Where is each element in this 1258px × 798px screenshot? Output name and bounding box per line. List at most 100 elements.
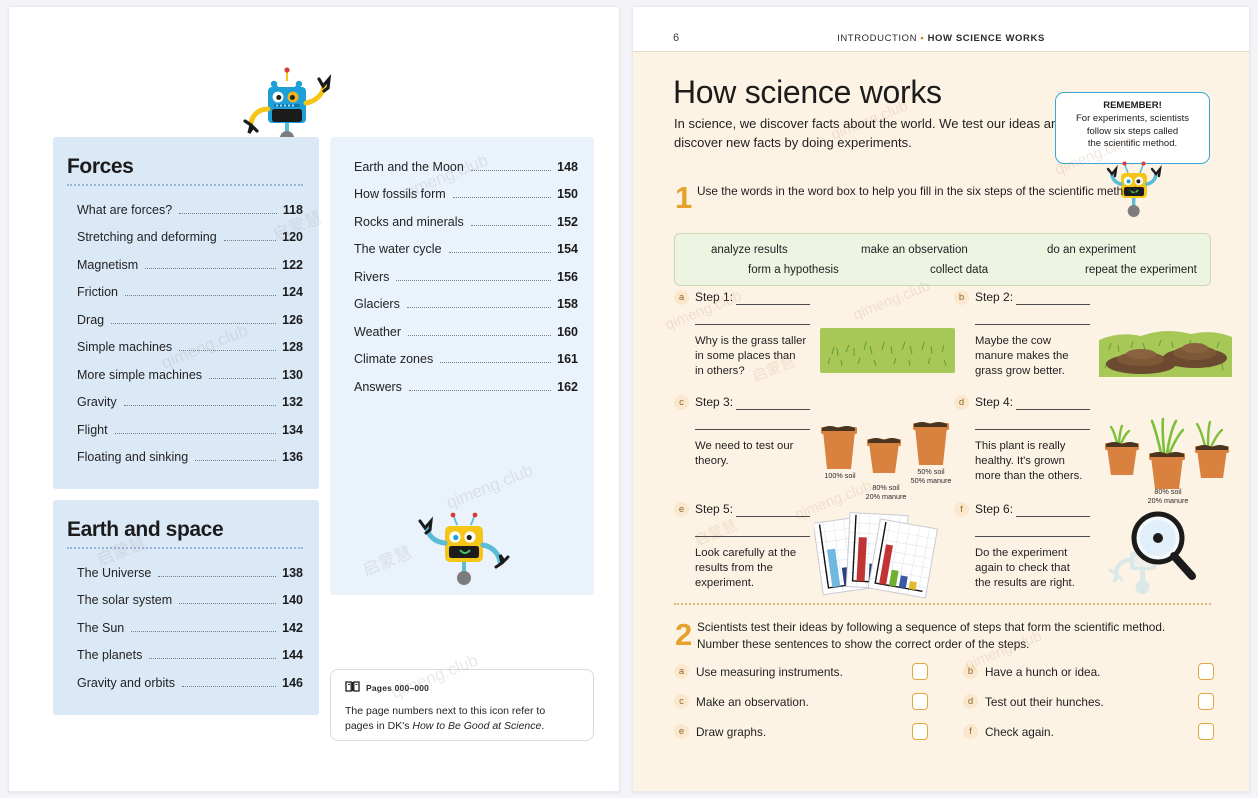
toc-entry[interactable]: More simple machines 130	[67, 361, 303, 389]
task-2-line-2: Number these sentences to show the corre…	[697, 636, 1030, 651]
toc-entry-page: 158	[557, 297, 578, 311]
answer-blank-line-2[interactable]	[975, 324, 1090, 325]
word-box-item-4[interactable]: collect data	[930, 264, 988, 276]
toc-entry[interactable]: Rocks and minerals 152	[344, 208, 578, 236]
word-box-item-3[interactable]: form a hypothesis	[748, 264, 839, 276]
step-caption: Maybe the cow manure makes the grass gro…	[975, 335, 1069, 378]
toc-entry[interactable]: The planets 144	[67, 642, 303, 670]
toc-entry[interactable]: Drag 126	[67, 306, 303, 334]
note-book-title: How to Be Good at Science	[412, 719, 542, 732]
toc-entry[interactable]: Climate zones 161	[344, 346, 578, 374]
toc-entry-label: Magnetism	[77, 257, 139, 272]
answer-blank-line-1[interactable]	[1016, 409, 1090, 410]
toc-entry[interactable]: Simple machines 128	[67, 334, 303, 362]
toc-title-rule	[67, 184, 303, 186]
word-box-item-0[interactable]: analyze results	[711, 244, 788, 256]
task-1-line-1: Use the words in the word box to help yo…	[697, 184, 1013, 198]
answer-box-e[interactable]	[912, 723, 928, 740]
toc-entry[interactable]: Rivers 156	[344, 263, 578, 291]
answer-box-c[interactable]	[912, 693, 928, 710]
toc-entry-page: 162	[557, 379, 578, 394]
toc-entry[interactable]: Answers 162	[344, 373, 578, 401]
toc-leader-dots	[158, 575, 277, 577]
toc-entry-label: Drag	[77, 312, 105, 327]
toc-entry[interactable]: Floating and sinking 136	[67, 444, 303, 472]
answer-box-a[interactable]	[912, 663, 928, 680]
step-label: Step 5:	[695, 502, 734, 516]
step-label: Step 4:	[975, 395, 1014, 409]
word-box-item-5[interactable]: repeat the experiment	[1085, 264, 1197, 276]
step-tag: c	[674, 395, 689, 410]
toc-entry[interactable]: Flight 134	[67, 416, 303, 444]
toc-entry-page: 130	[282, 367, 303, 382]
task-1-instruction: Use the words in the word box to help yo…	[697, 183, 1167, 200]
answer-box-b[interactable]	[1198, 663, 1214, 680]
pot-label-1: 80% soil 20% manure	[865, 483, 907, 501]
item-label: Make an observation.	[696, 694, 809, 709]
answer-blank-line-2[interactable]	[975, 536, 1090, 537]
answer-box-f[interactable]	[1198, 723, 1214, 740]
toc-entry-label: Answers	[354, 379, 402, 394]
runhead-title: HOW SCIENCE WORKS	[927, 33, 1045, 44]
toc-entry[interactable]: The Sun 142	[67, 614, 303, 642]
toc-entry-label: More simple machines	[77, 367, 203, 382]
toc-entry[interactable]: The solar system 140	[67, 587, 303, 615]
answer-blank-line-2[interactable]	[975, 429, 1090, 430]
toc-entry[interactable]: How fossils form 150	[344, 181, 578, 209]
task-2-item-f: f Check again.	[963, 724, 1054, 739]
word-box-item-1[interactable]: make an observation	[861, 244, 968, 256]
answer-blank-line-2[interactable]	[695, 324, 810, 325]
toc-entry[interactable]: Gravity 132	[67, 389, 303, 417]
runhead-prefix: INTRODUCTION	[837, 33, 918, 44]
toc-entry[interactable]: Earth and the Moon 148	[344, 153, 578, 181]
toc-leader-dots	[452, 197, 552, 198]
toc-entry-page: 154	[557, 242, 578, 256]
three-plant-pots-illustration: 80% soil 20% manure	[1099, 413, 1232, 505]
toc-section-forces: Forces What are forces? 118 Stretching and…	[53, 137, 319, 489]
magnifying-glass-robot-illustration	[1104, 510, 1204, 598]
toc-entry-label: How fossils form	[354, 187, 446, 201]
toc-leader-dots	[114, 432, 277, 434]
word-box-item-2[interactable]: do an experiment	[1047, 244, 1136, 256]
note-line-2-suffix: .	[541, 719, 545, 732]
toc-entry-page: 126	[282, 312, 303, 327]
item-tag: e	[674, 724, 689, 739]
answer-blank-line-1[interactable]	[736, 516, 810, 517]
bar-chart-sheets-illustration	[812, 508, 944, 600]
step-label: Step 1:	[695, 290, 734, 304]
toc-entry[interactable]: Friction 124	[67, 279, 303, 307]
toc-entry[interactable]: Gravity and orbits 146	[67, 669, 303, 697]
toc-entry[interactable]: The Universe 138	[67, 559, 303, 587]
toc-leader-dots	[440, 362, 552, 363]
right-page: 6 INTRODUCTION • HOW SCIENCE WORKS How s…	[632, 6, 1250, 792]
remember-line-1: For experiments, scientists	[1076, 113, 1189, 124]
toc-entry[interactable]: Stretching and deforming 120	[67, 224, 303, 252]
toc-leader-dots	[124, 295, 277, 296]
toc-entry-label: The planets	[77, 648, 143, 662]
toc-leader-dots	[179, 350, 277, 351]
answer-blank-line-2[interactable]	[695, 536, 810, 537]
toc-entry[interactable]: The water cycle 154	[344, 236, 578, 264]
answer-blank-line-2[interactable]	[695, 429, 810, 430]
toc-entry-label: Gravity	[77, 395, 117, 409]
answer-box-d[interactable]	[1198, 693, 1214, 710]
toc-title-rule	[67, 547, 303, 549]
toc-entry-label: Rocks and minerals	[354, 214, 464, 229]
step-caption: Why is the grass taller in some places t…	[695, 335, 807, 378]
runhead-separator: •	[920, 33, 925, 44]
item-tag: f	[963, 724, 978, 739]
step-c: c Step 3: We need to test our theory. 10…	[674, 395, 954, 501]
answer-blank-line-1[interactable]	[736, 304, 810, 305]
toc-entry[interactable]: What are forces? 118	[67, 196, 303, 224]
task-2-instruction: Scientists test their ideas by following…	[697, 619, 1207, 653]
toc-entry[interactable]: Magnetism 122	[67, 251, 303, 279]
answer-blank-line-1[interactable]	[1016, 304, 1090, 305]
toc-entry[interactable]: Weather 160	[344, 318, 578, 346]
item-label: Draw graphs.	[696, 724, 767, 739]
answer-blank-line-1[interactable]	[736, 409, 810, 410]
remember-callout: REMEMBER! For experiments, scientists fo…	[1055, 92, 1210, 164]
step-f: f Step 6: Do the experiment again to che…	[954, 502, 1224, 602]
toc-entry[interactable]: Glaciers 158	[344, 291, 578, 319]
toc-entry-label: The solar system	[77, 593, 173, 607]
answer-blank-line-1[interactable]	[1016, 516, 1090, 517]
